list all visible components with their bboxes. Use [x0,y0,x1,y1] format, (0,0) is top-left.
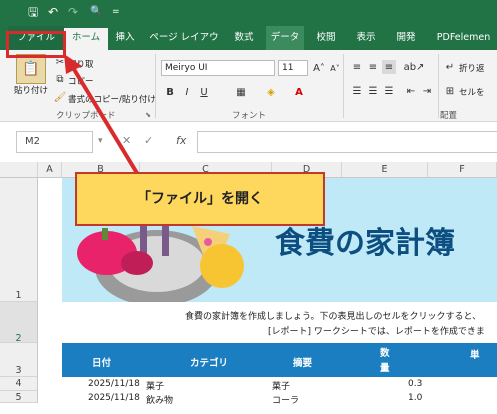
callout-box: 「ファイル」を開く [75,172,325,226]
